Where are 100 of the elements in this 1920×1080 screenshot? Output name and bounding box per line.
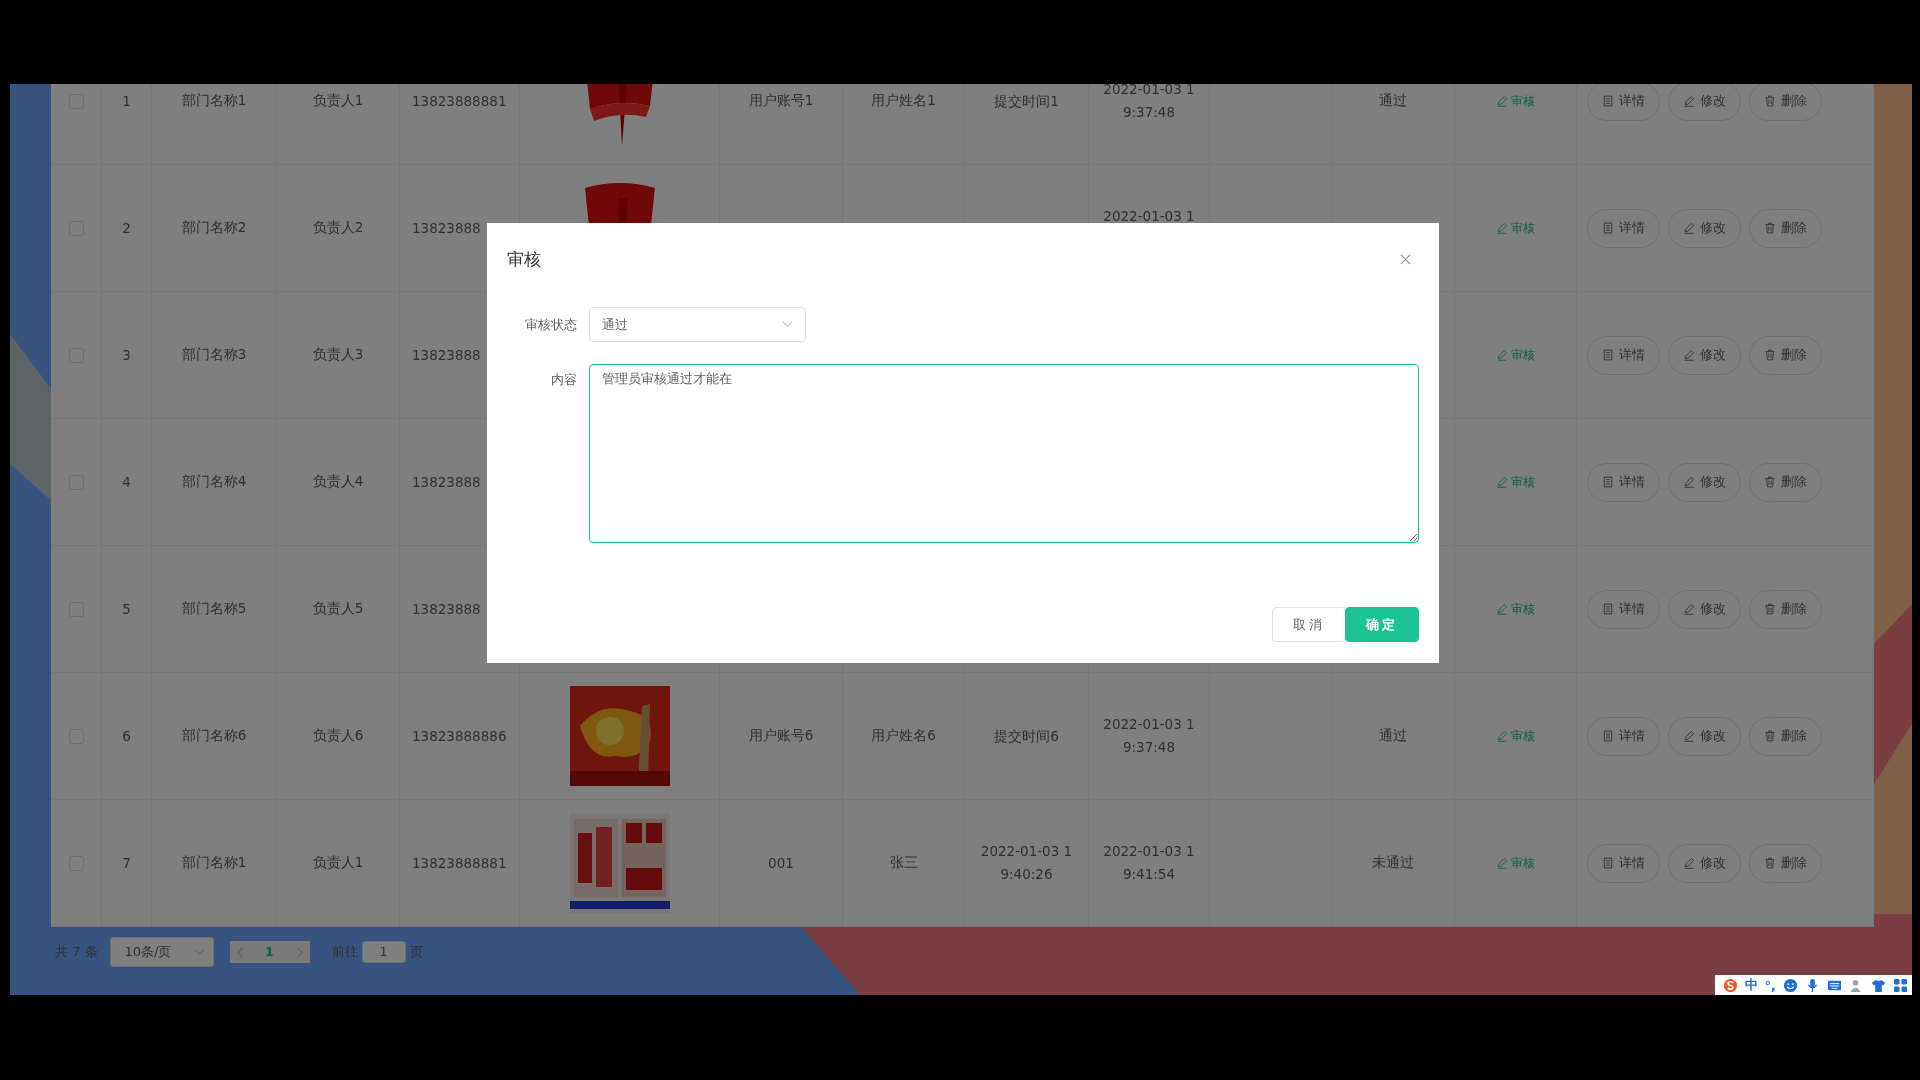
table-cell: 部门名称6 bbox=[181, 727, 247, 745]
row-index: 1 bbox=[122, 93, 131, 109]
pencil-icon bbox=[1683, 222, 1695, 234]
trash-icon bbox=[1764, 476, 1776, 488]
document-icon bbox=[1602, 476, 1614, 488]
pencil-icon bbox=[1683, 476, 1695, 488]
audit-link[interactable]: 审核 bbox=[1496, 727, 1535, 745]
confirm-button[interactable]: 确定 bbox=[1345, 607, 1419, 642]
chevron-down-icon bbox=[782, 321, 793, 328]
pencil-icon bbox=[1683, 603, 1695, 615]
delete-button[interactable]: 删除 bbox=[1749, 84, 1822, 121]
edit-button[interactable]: 修改 bbox=[1668, 843, 1741, 883]
shirt-icon[interactable] bbox=[1871, 977, 1886, 993]
content-field[interactable]: 管理员审核通过才能在 bbox=[589, 364, 1419, 543]
table-cell-text: 9:37:48 bbox=[1122, 738, 1175, 757]
total-count: 共 7 条 bbox=[55, 943, 98, 961]
table-cell: 13823888881 bbox=[412, 93, 507, 109]
table-cell-text: 9:37:48 bbox=[1122, 103, 1175, 122]
edit-button[interactable]: 修改 bbox=[1668, 716, 1741, 756]
close-icon[interactable] bbox=[1400, 253, 1411, 265]
table-cell: 001 bbox=[768, 855, 794, 871]
detail-button[interactable]: 详情 bbox=[1587, 716, 1660, 756]
table-cell-text: 2022-01-03 1 bbox=[1103, 207, 1195, 226]
edit-button[interactable]: 修改 bbox=[1668, 462, 1741, 502]
table-cell-text: 2022-01-03 1 bbox=[980, 842, 1073, 861]
audit-link[interactable]: 审核 bbox=[1496, 92, 1535, 110]
table-cell-text: 2022-01-03 1 bbox=[1103, 842, 1195, 861]
delete-button[interactable]: 删除 bbox=[1749, 335, 1822, 375]
goto-label: 前往 bbox=[331, 943, 358, 961]
pencil-icon bbox=[1683, 95, 1695, 107]
audit-link[interactable]: 审核 bbox=[1496, 346, 1535, 364]
edit-button[interactable]: 修改 bbox=[1668, 208, 1741, 248]
table-cell: 负责人3 bbox=[312, 346, 364, 364]
table-cell: 用户姓名6 bbox=[871, 727, 936, 745]
delete-button[interactable]: 删除 bbox=[1749, 716, 1822, 756]
smiley-icon[interactable] bbox=[1783, 977, 1798, 993]
detail-button[interactable]: 详情 bbox=[1587, 84, 1660, 121]
audit-link[interactable]: 审核 bbox=[1496, 600, 1535, 618]
cancel-button[interactable]: 取消 bbox=[1272, 607, 1346, 642]
edit-button[interactable]: 修改 bbox=[1668, 589, 1741, 629]
trash-icon bbox=[1764, 857, 1776, 869]
delete-button[interactable]: 删除 bbox=[1749, 208, 1822, 248]
table-cell: 13823888886 bbox=[412, 728, 507, 744]
pencil-icon bbox=[1496, 476, 1508, 488]
punctuation-mode[interactable]: °, bbox=[1764, 977, 1776, 993]
table-cell: 部门名称3 bbox=[181, 346, 247, 364]
detail-button[interactable]: 详情 bbox=[1587, 335, 1660, 375]
table-cell: 张三 bbox=[889, 854, 918, 872]
table-cell-text: 9:40:26 bbox=[1000, 865, 1053, 884]
ime-logo-icon[interactable] bbox=[1722, 977, 1738, 993]
grid-icon[interactable] bbox=[1893, 977, 1908, 993]
delete-button[interactable]: 删除 bbox=[1749, 843, 1822, 883]
table-cell: 部门名称1 bbox=[181, 92, 247, 110]
audit-link[interactable]: 审核 bbox=[1496, 473, 1535, 491]
table-cell: 部门名称1 bbox=[181, 854, 247, 872]
page-size-select[interactable]: 10条/页 bbox=[109, 937, 214, 967]
audit-link[interactable]: 审核 bbox=[1496, 854, 1535, 872]
edit-button[interactable]: 修改 bbox=[1668, 84, 1741, 121]
row-index: 3 bbox=[122, 347, 131, 363]
document-icon bbox=[1602, 730, 1614, 742]
edit-button[interactable]: 修改 bbox=[1668, 335, 1741, 375]
table-cell: 13823888 bbox=[412, 220, 481, 236]
detail-button[interactable]: 详情 bbox=[1587, 843, 1660, 883]
status-select[interactable]: 通过 bbox=[589, 307, 806, 342]
trash-icon bbox=[1764, 603, 1776, 615]
goto-page-field[interactable]: 1 bbox=[361, 941, 406, 963]
detail-button[interactable]: 详情 bbox=[1587, 208, 1660, 248]
table-cell: 负责人1 bbox=[312, 92, 364, 110]
table-cell: 负责人1 bbox=[312, 854, 364, 872]
page-number[interactable]: 1 bbox=[265, 945, 274, 959]
trash-icon bbox=[1764, 95, 1776, 107]
table-cell: 通过 bbox=[1379, 727, 1407, 745]
document-icon bbox=[1602, 603, 1614, 615]
dialog-title: 审核 bbox=[507, 247, 541, 271]
microphone-icon[interactable] bbox=[1805, 977, 1820, 993]
table-cell: 部门名称2 bbox=[181, 219, 247, 237]
row-index: 6 bbox=[122, 728, 131, 744]
language-mode[interactable]: 中 bbox=[1744, 976, 1758, 994]
detail-button[interactable]: 详情 bbox=[1587, 589, 1660, 629]
chevron-down-icon bbox=[193, 948, 205, 956]
detail-button[interactable]: 详情 bbox=[1587, 462, 1660, 502]
pencil-icon bbox=[1496, 95, 1508, 107]
pencil-icon bbox=[1683, 730, 1695, 742]
row-index: 4 bbox=[122, 474, 131, 490]
pencil-icon bbox=[1683, 349, 1695, 361]
pencil-icon bbox=[1496, 603, 1508, 615]
table-cell: 未通过 bbox=[1372, 854, 1414, 872]
trash-icon bbox=[1764, 730, 1776, 742]
delete-button[interactable]: 删除 bbox=[1749, 589, 1822, 629]
table-cell: 13823888 bbox=[412, 474, 481, 490]
table-cell: 通过 bbox=[1379, 92, 1407, 110]
document-icon bbox=[1602, 857, 1614, 869]
table-cell: 负责人4 bbox=[312, 473, 364, 491]
table-cell: 负责人6 bbox=[312, 727, 364, 745]
table-cell-text: 2022-01-03 1 bbox=[1103, 84, 1195, 99]
audit-link[interactable]: 审核 bbox=[1496, 219, 1535, 237]
document-icon bbox=[1602, 349, 1614, 361]
delete-button[interactable]: 删除 bbox=[1749, 462, 1822, 502]
table-cell: 13823888 bbox=[412, 347, 481, 363]
row-index: 5 bbox=[122, 601, 131, 617]
